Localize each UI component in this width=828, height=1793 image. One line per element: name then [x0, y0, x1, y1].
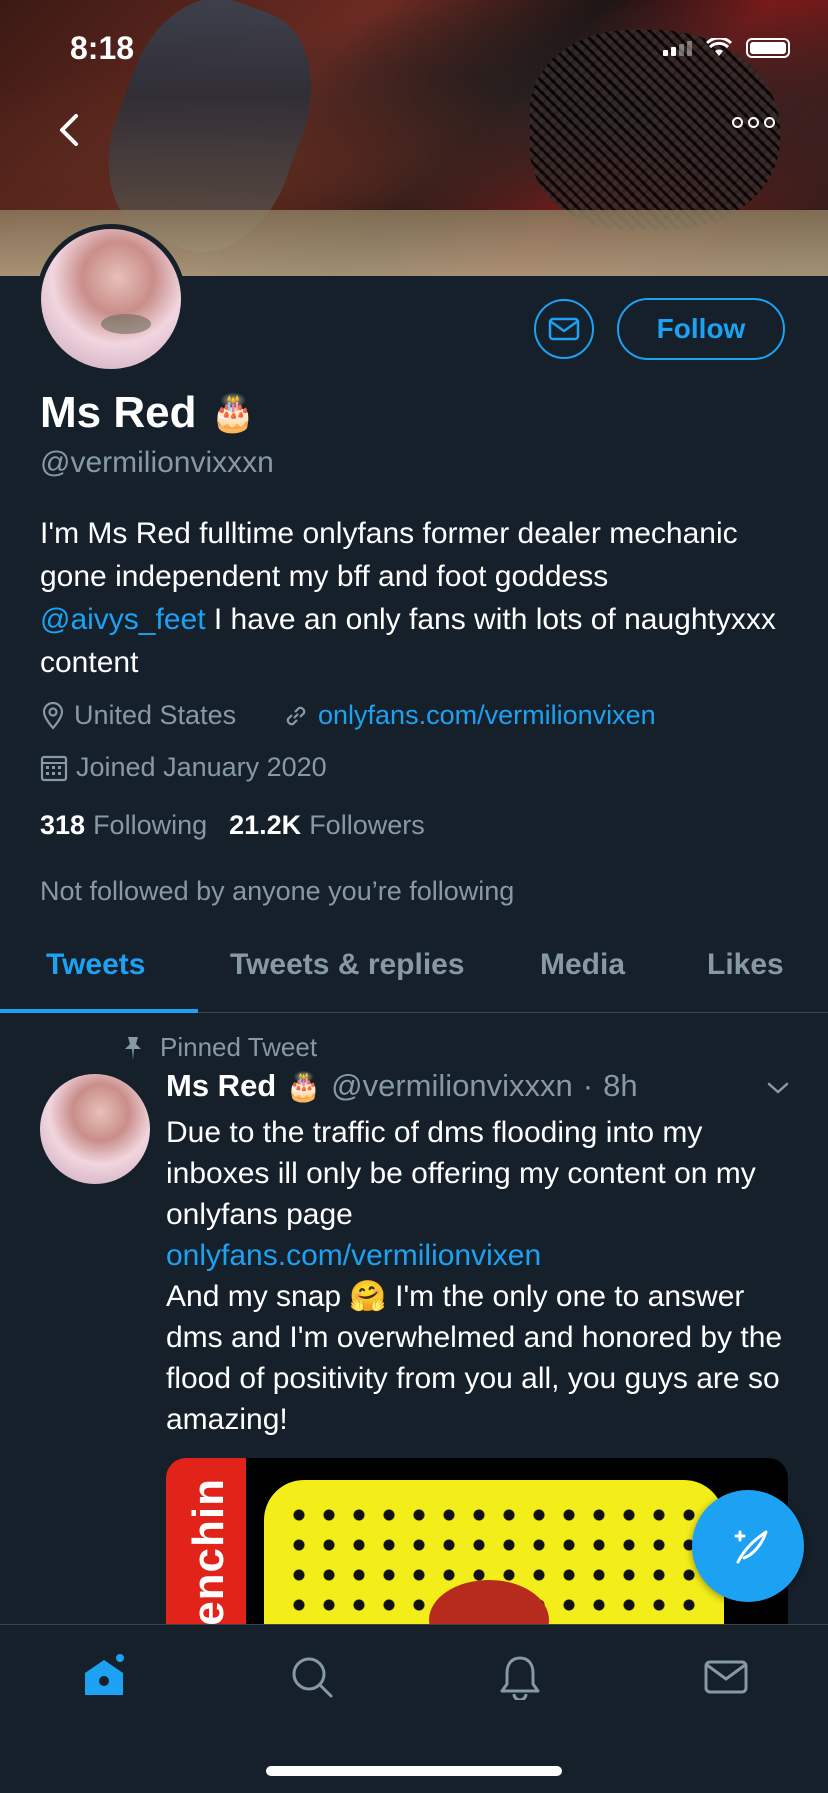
profile-name: Ms Red 🎂	[40, 388, 255, 438]
compose-icon	[734, 1530, 768, 1564]
profile-bio: I'm Ms Red fulltime onlyfans former deal…	[40, 512, 780, 684]
pinned-label: Pinned Tweet	[122, 1032, 317, 1063]
more-icon	[732, 116, 775, 128]
pinned-text: Pinned Tweet	[160, 1032, 318, 1062]
bio-mention-link[interactable]: @aivys_feet	[40, 603, 206, 636]
tweet-author-handle: @vermilionvixxxn	[331, 1068, 573, 1103]
back-button[interactable]	[52, 108, 88, 152]
tweet-line-1: Due to the traffic of dms flooding into …	[166, 1116, 756, 1231]
tweet-line-2: And my snap 🤗 I'm the only one to answer…	[166, 1280, 783, 1436]
followers-label: Followers	[309, 810, 425, 840]
tab-likes[interactable]: Likes	[707, 948, 784, 982]
message-button[interactable]	[534, 299, 594, 359]
profile-website[interactable]: onlyfans.com/vermilionvixen	[282, 700, 656, 731]
tweet-author-name[interactable]: Ms Red	[166, 1068, 276, 1104]
followers-count-link[interactable]: 21.2K Followers	[229, 810, 425, 841]
tweet-body: Due to the traffic of dms flooding into …	[166, 1112, 796, 1440]
bio-text-1: I'm Ms Red fulltime onlyfans former deal…	[40, 517, 738, 593]
pin-icon	[125, 1036, 141, 1060]
not-followed-text: Not followed by anyone you’re following	[40, 876, 515, 906]
profile-avatar[interactable]	[36, 224, 186, 374]
back-icon	[60, 114, 78, 146]
following-count-link[interactable]: 318 Following	[40, 810, 207, 841]
chevron-down-icon	[767, 1082, 789, 1094]
tab-tweets-replies[interactable]: Tweets & replies	[230, 948, 465, 982]
signal-icon	[663, 40, 692, 56]
profile-handle: @vermilionvixxxn	[40, 446, 274, 479]
home-indicator	[266, 1766, 562, 1776]
profile-tabs: Tweets Tweets & replies Media Likes	[0, 940, 828, 1013]
bell-icon	[500, 1656, 540, 1700]
profile-joined: Joined January 2020	[40, 752, 327, 783]
tabbar-search[interactable]	[284, 1649, 340, 1705]
compose-tweet-button[interactable]	[692, 1490, 804, 1602]
cake-emoji: 🎂	[210, 392, 256, 433]
tab-media[interactable]: Media	[540, 948, 625, 982]
follow-counts: 318 Following 21.2K Followers	[40, 810, 425, 841]
following-count: 318	[40, 810, 86, 840]
followers-count: 21.2K	[229, 810, 302, 840]
more-button[interactable]	[732, 112, 782, 132]
link-icon	[286, 706, 306, 725]
tabbar-messages[interactable]	[698, 1649, 754, 1705]
joined-text: Joined January 2020	[76, 752, 327, 782]
website-link[interactable]: onlyfans.com/vermilionvixen	[318, 700, 656, 731]
tweet-menu-button[interactable]	[766, 1080, 790, 1096]
location-icon	[42, 701, 64, 730]
follow-button[interactable]: Follow	[617, 298, 785, 360]
mail-icon	[704, 1660, 748, 1694]
tweet-link[interactable]: onlyfans.com/vermilionvixen	[166, 1235, 796, 1276]
home-icon	[85, 1654, 124, 1695]
tweet-header: Ms Red 🎂 @vermilionvixxxn · 8h	[166, 1068, 638, 1104]
status-time: 8:18	[70, 30, 135, 66]
tweet-avatar[interactable]	[40, 1074, 150, 1184]
tweet-cake-emoji: 🎂	[286, 1070, 322, 1102]
location-text: United States	[74, 700, 237, 730]
following-label: Following	[93, 810, 208, 840]
tabbar-notifications[interactable]	[492, 1649, 548, 1705]
wifi-icon	[706, 38, 732, 56]
tweet-separator: ·	[582, 1068, 594, 1103]
calendar-icon	[40, 755, 68, 781]
mail-icon	[548, 317, 580, 341]
tab-tweets[interactable]: Tweets	[46, 948, 145, 982]
status-icons	[663, 38, 790, 58]
battery-icon	[746, 38, 790, 58]
media-sidebar-text: enchin	[184, 1478, 233, 1626]
tweet-time: 8h	[603, 1068, 638, 1103]
active-tab-indicator	[0, 1009, 198, 1013]
tabbar-home[interactable]	[76, 1649, 132, 1705]
profile-location: United States	[40, 700, 236, 731]
profile-name-text: Ms Red	[40, 388, 197, 437]
search-icon	[292, 1657, 333, 1698]
